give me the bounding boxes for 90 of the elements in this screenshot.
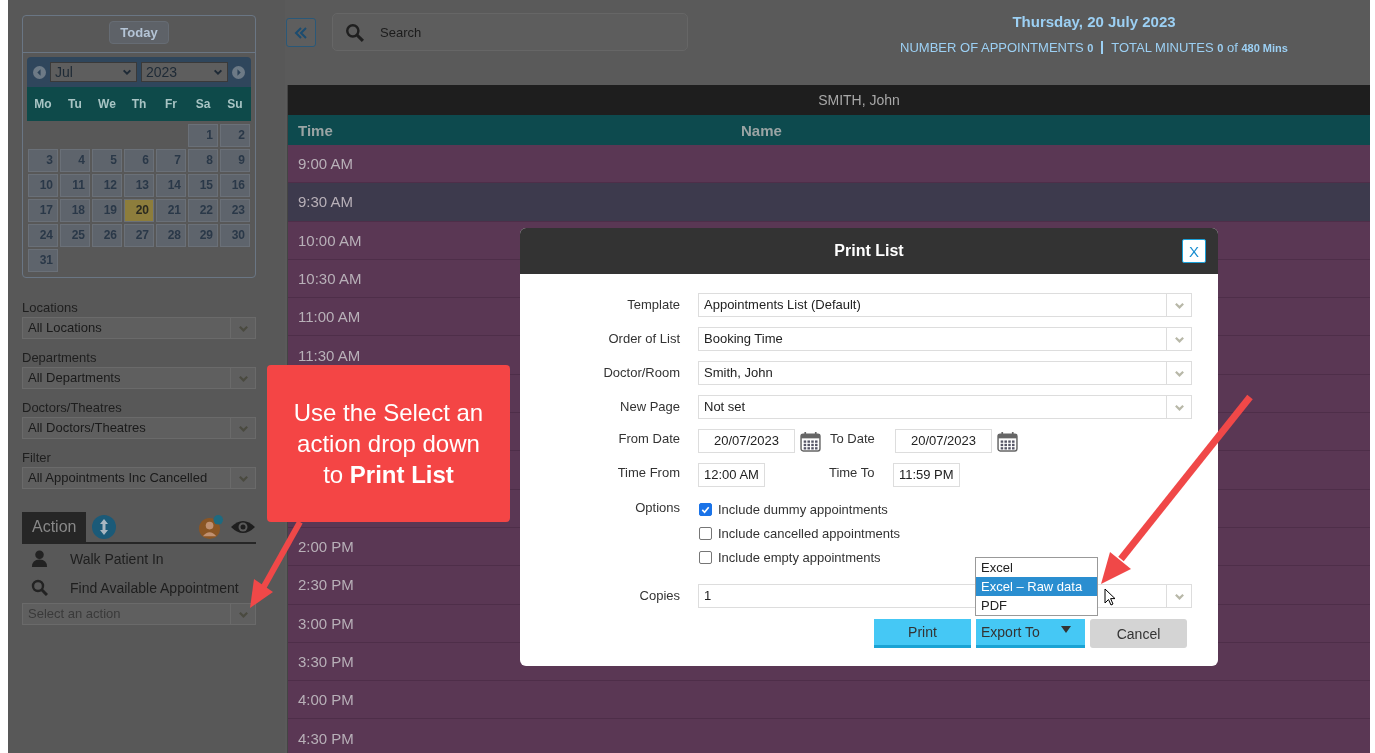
search-field[interactable]: Search — [332, 13, 688, 51]
field-label: To Date — [830, 430, 876, 448]
slot-time: 11:00 AM — [297, 308, 361, 326]
input-field[interactable]: 11:59 PM — [892, 463, 960, 487]
up-down-arrows-icon — [92, 515, 117, 539]
checkbox[interactable] — [699, 526, 712, 540]
time-slot[interactable]: 4:00 PM — [288, 681, 1370, 720]
weekday-label: Th — [130, 97, 148, 111]
calendar-day[interactable]: 20 — [124, 199, 154, 222]
menu-item[interactable]: Excel — [976, 558, 1097, 577]
stat-text: TOTAL MINUTES 0 of 480 Mins — [1111, 40, 1288, 55]
chevron-down-icon — [122, 67, 132, 77]
slot-time: 3:30 PM — [297, 653, 354, 670]
eye-icon — [230, 519, 256, 535]
input-field[interactable]: 20/07/2023 — [698, 429, 795, 453]
input-field[interactable]: 20/07/2023 — [895, 429, 992, 453]
checkbox-label: Include empty appointments — [718, 549, 881, 565]
cancel-button[interactable]: Cancel — [1090, 619, 1187, 648]
filter-label: Filter — [22, 450, 52, 467]
checkbox[interactable] — [699, 550, 712, 564]
column-title: Time — [297, 121, 334, 139]
time-slot[interactable]: 9:00 AM — [288, 145, 1370, 184]
column-title: Name — [741, 121, 782, 139]
field-label: Time From — [616, 464, 681, 482]
callout-text: Use the Select an action drop down to Print List — [292, 398, 485, 490]
month-select[interactable]: Jul — [50, 62, 137, 82]
checkbox-label: Include dummy appointments — [718, 501, 888, 517]
chevron-down-icon — [213, 67, 223, 77]
field-label: From Date — [617, 430, 681, 448]
doctor-badge-icon — [199, 514, 224, 540]
slot-time: 10:00 AM — [297, 231, 362, 249]
select-field[interactable]: Smith, John — [698, 361, 1192, 385]
dialog-title: Print List — [834, 242, 904, 260]
select-field[interactable]: All Doctors/Theatres — [22, 417, 256, 439]
filter-label: Doctors/Theatres — [22, 400, 123, 417]
checkbox[interactable] — [699, 502, 712, 516]
slot-time: 11:30 AM — [297, 346, 361, 364]
select-field[interactable]: Appointments List (Default) — [698, 293, 1192, 317]
filter-label: Locations — [22, 300, 79, 317]
select-field[interactable]: All Appointments Inc Cancelled — [22, 467, 256, 489]
year-select[interactable]: 2023 — [141, 62, 228, 82]
select-field[interactable]: Booking Time — [698, 327, 1192, 351]
date-title: Thursday, 20 July 2023 — [1012, 13, 1176, 30]
field-label: New Page — [619, 398, 681, 416]
field-label: Copies — [638, 587, 681, 605]
weekday-label: Sa — [194, 97, 212, 111]
menu-item[interactable]: Excel – Raw data — [976, 577, 1097, 596]
today-button[interactable]: Today — [109, 21, 169, 44]
slot-time: 3:00 PM — [297, 614, 354, 632]
stat-text: NUMBER OF APPOINTMENTS 0 — [900, 40, 1094, 55]
search-icon — [345, 23, 364, 42]
doctor-name: SMITH, John — [818, 92, 900, 108]
weekday-label: Fr — [164, 97, 178, 111]
slot-time: 4:00 PM — [297, 691, 354, 709]
weekday-label: Su — [226, 97, 244, 111]
export-dropdown-button[interactable]: Export To — [976, 619, 1085, 648]
filter-label: Departments — [22, 350, 98, 367]
time-slot[interactable]: 9:30 AM — [288, 183, 1370, 222]
action-link[interactable]: Walk Patient In — [70, 550, 164, 567]
weekday-label: Mo — [33, 97, 53, 111]
field-label: Time To — [828, 464, 876, 482]
print-button[interactable]: Print — [874, 619, 971, 648]
field-label: Options — [634, 499, 681, 517]
slot-time: 9:00 AM — [297, 155, 354, 173]
weekday-label: Tu — [67, 97, 83, 111]
field-label: Doctor/Room — [602, 364, 681, 382]
select-field[interactable]: All Locations — [22, 317, 256, 339]
slot-time: 9:30 AM — [297, 193, 354, 211]
mouse-pointer-icon — [1104, 588, 1116, 606]
previous-month-icon — [33, 65, 46, 79]
select-field[interactable]: Not set — [698, 395, 1192, 419]
select-field[interactable]: All Departments — [22, 367, 256, 389]
double-chevron-left-icon — [294, 25, 308, 40]
slot-time: 4:30 PM — [297, 729, 354, 747]
field-label: Template — [626, 296, 681, 314]
field-label: Order of List — [607, 330, 681, 348]
slot-time: 10:30 AM — [297, 270, 362, 288]
person-icon — [31, 550, 48, 567]
action-link[interactable]: Find Available Appointment — [70, 579, 239, 596]
checkbox-label: Include cancelled appointments — [718, 525, 901, 541]
close-button[interactable]: X — [1182, 239, 1206, 263]
time-slot[interactable]: 4:30 PM — [288, 719, 1370, 753]
input-field[interactable]: 12:00 AM — [698, 463, 765, 487]
next-month-icon — [232, 65, 245, 79]
slot-time: 2:30 PM — [297, 576, 354, 594]
caret-down-icon — [1061, 625, 1071, 633]
action-tab[interactable]: Action — [22, 512, 87, 542]
search-icon — [31, 579, 48, 596]
slot-time: 2:00 PM — [297, 538, 354, 556]
weekday-label: We — [97, 97, 117, 111]
